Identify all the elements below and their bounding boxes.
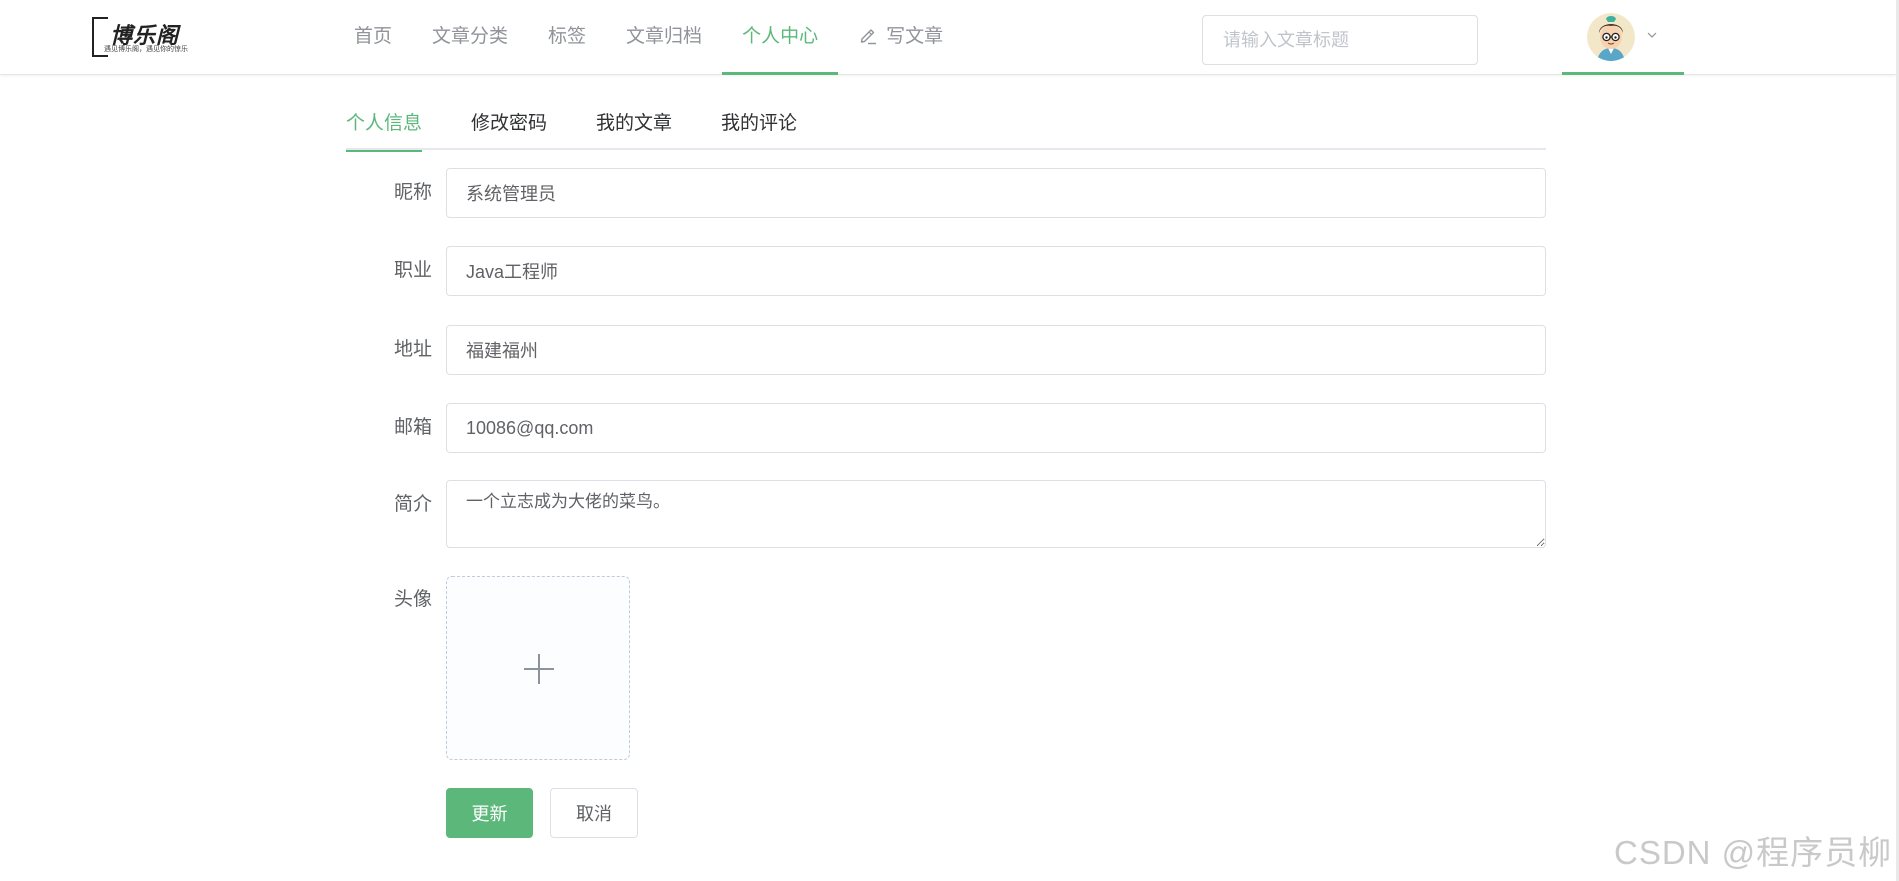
site-logo[interactable]: 博乐阁 遇见博乐阁，遇见你的惊乐 [92,17,206,57]
nav-item-home[interactable]: 首页 [334,0,412,75]
email-field[interactable] [446,403,1546,453]
address-label: 地址 [393,339,432,360]
avatar-uploader[interactable] [446,576,630,760]
nav-item-tags[interactable]: 标签 [528,0,606,75]
form-actions: 更新 取消 [346,788,1546,838]
chevron-down-icon[interactable] [1646,29,1658,41]
plus-icon [524,654,554,684]
job-field[interactable] [446,246,1546,296]
form-row-nickname: 昵称 [346,168,1546,218]
pen-icon [860,29,877,45]
form-row-avatar: 头像 [346,576,1546,760]
nav-item-label: 文章归档 [626,26,703,47]
nav-item-label: 文章分类 [432,26,509,47]
user-menu[interactable] [1562,0,1684,75]
avatar-cartoon-icon[interactable] [1587,13,1635,61]
search-input[interactable] [1202,15,1478,65]
nickname-label: 昵称 [393,182,432,203]
tab-my-articles[interactable]: 我的文章 [596,106,672,150]
nav-item-label: 标签 [548,26,587,47]
form-row-email: 邮箱 [346,403,1546,453]
tab-change-password[interactable]: 修改密码 [471,106,547,150]
update-button[interactable]: 更新 [446,788,533,838]
nav-item-write-article[interactable]: 写文章 [838,0,963,75]
watermark: CSDN @程序员柳 [1614,834,1893,871]
intro-label: 简介 [393,494,432,515]
address-field[interactable] [446,325,1546,375]
main-nav: 首页 文章分类 标签 文章归档 个人中心 写文章 [334,0,963,75]
cancel-button[interactable]: 取消 [550,788,638,838]
logo-slogan: 遇见博乐阁，遇见你的惊乐 [104,46,188,53]
nav-item-label: 写文章 [886,26,944,47]
nav-item-label: 个人中心 [742,26,819,47]
nickname-field[interactable] [446,168,1546,218]
nav-item-label: 首页 [354,26,393,47]
email-label: 邮箱 [393,417,432,438]
nav-item-personal-center[interactable]: 个人中心 [722,0,839,75]
intro-textarea[interactable]: 一个立志成为大佬的菜鸟。 [446,480,1546,548]
nav-item-categories[interactable]: 文章分类 [412,0,528,75]
profile-tabs: 个人信息 修改密码 我的文章 我的评论 [346,106,1546,152]
top-header: 博乐阁 遇见博乐阁，遇见你的惊乐 首页 文章分类 标签 文章归档 个人中心 写文… [0,0,1896,75]
form-row-job: 职业 [346,246,1546,296]
form-row-intro: 简介 一个立志成为大佬的菜鸟。 [346,480,1546,548]
form-row-address: 地址 [346,325,1546,375]
job-label: 职业 [393,260,432,281]
tab-my-comments[interactable]: 我的评论 [721,106,797,150]
tab-personal-info[interactable]: 个人信息 [346,106,423,152]
avatar-label: 头像 [393,589,432,610]
nav-item-archive[interactable]: 文章归档 [606,0,722,75]
